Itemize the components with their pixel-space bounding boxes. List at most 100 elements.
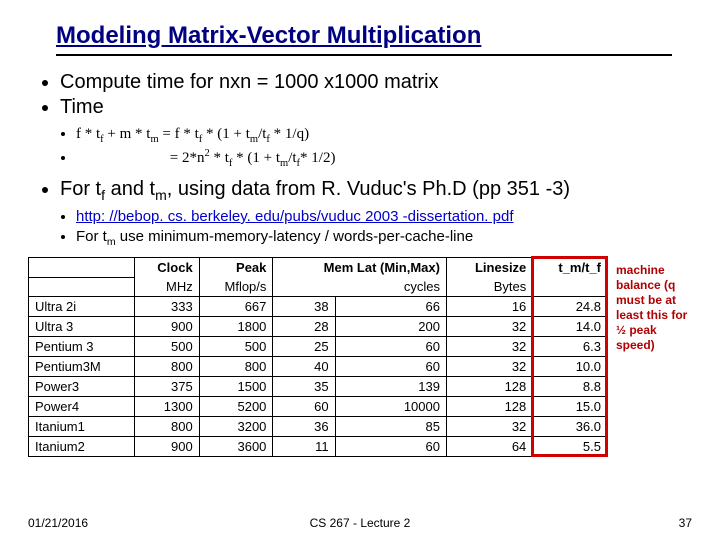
slide-title: Modeling Matrix-Vector Multiplication	[56, 22, 672, 56]
b-text: , using data from R. Vuduc's Ph.D (pp 35…	[167, 178, 570, 200]
table-cell: 32	[446, 417, 532, 437]
b-text: use minimum-memory-latency / words-per-c…	[116, 228, 474, 245]
equation-1: f * tf + m * tm = f * tf * (1 + tm/tf * …	[76, 124, 692, 147]
sub-m: m	[150, 134, 158, 145]
eq-text: = f * t	[159, 126, 199, 142]
table-row: Power413005200601000012815.0	[29, 397, 608, 417]
bullet-for-tf-tm: For tf and tm, using data from R. Vuduc'…	[60, 177, 692, 205]
bullet-tm-rule: For tm use minimum-memory-latency / word…	[76, 227, 692, 249]
table-subheader: Bytes	[446, 277, 532, 297]
table-cell: 85	[335, 417, 446, 437]
table-cell: Ultra 3	[29, 317, 135, 337]
table-cell: 28	[273, 317, 335, 337]
bullet-compute-time: Compute time for nxn = 1000 x1000 matrix	[60, 70, 692, 95]
table-subheader: Mflop/s	[199, 277, 273, 297]
bullet-link: http: //bebop. cs. berkeley. edu/pubs/vu…	[76, 207, 692, 227]
table-row: Ultra 2i33366738661624.8	[29, 297, 608, 317]
table-subheader	[533, 277, 608, 297]
eq-text: f * t	[76, 126, 100, 142]
table-cell: 375	[134, 377, 199, 397]
dissertation-link[interactable]: http: //bebop. cs. berkeley. edu/pubs/vu…	[76, 208, 514, 225]
table-cell: 1800	[199, 317, 273, 337]
table-cell: 800	[134, 357, 199, 377]
table-header: t_m/t_f	[533, 258, 608, 278]
eq-text: /t	[288, 150, 296, 166]
table-cell: 60	[335, 337, 446, 357]
eq-text: * t	[210, 150, 229, 166]
table-cell: 5.5	[533, 437, 608, 457]
table-cell: 11	[273, 437, 335, 457]
footer: 01/21/2016 CS 267 - Lecture 2 37	[0, 516, 720, 530]
eq-text: * (1 + t	[232, 150, 280, 166]
table-cell: 3600	[199, 437, 273, 457]
table-cell: Pentium3M	[29, 357, 135, 377]
table-header	[29, 258, 135, 278]
b-text: For t	[60, 178, 101, 200]
eq-text: = 2*n	[170, 150, 205, 166]
table-cell: 14.0	[533, 317, 608, 337]
table-cell: Power4	[29, 397, 135, 417]
table-cell: 5200	[199, 397, 273, 417]
table-cell: 6.3	[533, 337, 608, 357]
table-cell: 200	[335, 317, 446, 337]
table-cell: 500	[134, 337, 199, 357]
table-cell: 60	[335, 357, 446, 377]
table-cell: 1300	[134, 397, 199, 417]
table-header: Linesize	[446, 258, 532, 278]
eq-text: * 1/2)	[300, 150, 335, 166]
performance-table: ClockPeakMem Lat (Min,Max)Linesizet_m/t_…	[28, 257, 608, 457]
table-cell: 32	[446, 317, 532, 337]
side-note: machine balance (q must be at least this…	[616, 263, 692, 353]
table-cell: Itanium1	[29, 417, 135, 437]
table-subheader: cycles	[273, 277, 447, 297]
table-cell: 1500	[199, 377, 273, 397]
sub-m: m	[107, 236, 116, 248]
table-cell: 60	[273, 397, 335, 417]
table-header: Peak	[199, 258, 273, 278]
table-cell: 38	[273, 297, 335, 317]
table-cell: 333	[134, 297, 199, 317]
table-row: Pentium3M80080040603210.0	[29, 357, 608, 377]
bullet-list-1: Compute time for nxn = 1000 x1000 matrix…	[42, 70, 692, 120]
table-row: Itanium1800320036853236.0	[29, 417, 608, 437]
eq-text: + m * t	[104, 126, 151, 142]
table-cell: 10.0	[533, 357, 608, 377]
table-subheader	[29, 277, 135, 297]
sub-m: m	[280, 158, 288, 169]
table-wrap: ClockPeakMem Lat (Min,Max)Linesizet_m/t_…	[28, 257, 692, 457]
table-cell: 36.0	[533, 417, 608, 437]
table-header: Mem Lat (Min,Max)	[273, 258, 447, 278]
table-cell: 128	[446, 397, 532, 417]
table-cell: 64	[446, 437, 532, 457]
bullet-time: Time	[60, 95, 692, 120]
table-cell: 25	[273, 337, 335, 357]
table-cell: 3200	[199, 417, 273, 437]
table-cell: 667	[199, 297, 273, 317]
table-cell: 32	[446, 337, 532, 357]
footer-center: CS 267 - Lecture 2	[0, 516, 720, 530]
table-cell: Pentium 3	[29, 337, 135, 357]
table-header: Clock	[134, 258, 199, 278]
table-row: Itanium290036001160645.5	[29, 437, 608, 457]
equation-2: = 2*n2 * tf * (1 + tm/tf* 1/2)	[76, 147, 692, 171]
table-cell: 24.8	[533, 297, 608, 317]
table-cell: 10000	[335, 397, 446, 417]
table-row: Power33751500351391288.8	[29, 377, 608, 397]
sub-m: m	[155, 187, 167, 203]
table-cell: 36	[273, 417, 335, 437]
table-cell: 900	[134, 437, 199, 457]
table-cell: 16	[446, 297, 532, 317]
table-cell: 800	[134, 417, 199, 437]
table-cell: 40	[273, 357, 335, 377]
bullet-list-2: For tf and tm, using data from R. Vuduc'…	[42, 177, 692, 205]
table-cell: Itanium2	[29, 437, 135, 457]
sub-m: m	[250, 134, 258, 145]
table-row: Pentium 35005002560326.3	[29, 337, 608, 357]
table-row: Ultra 39001800282003214.0	[29, 317, 608, 337]
table-cell: 8.8	[533, 377, 608, 397]
table-subheader: MHz	[134, 277, 199, 297]
table-cell: Ultra 2i	[29, 297, 135, 317]
table-cell: 800	[199, 357, 273, 377]
eq-text: * (1 + t	[202, 126, 250, 142]
table-cell: 35	[273, 377, 335, 397]
